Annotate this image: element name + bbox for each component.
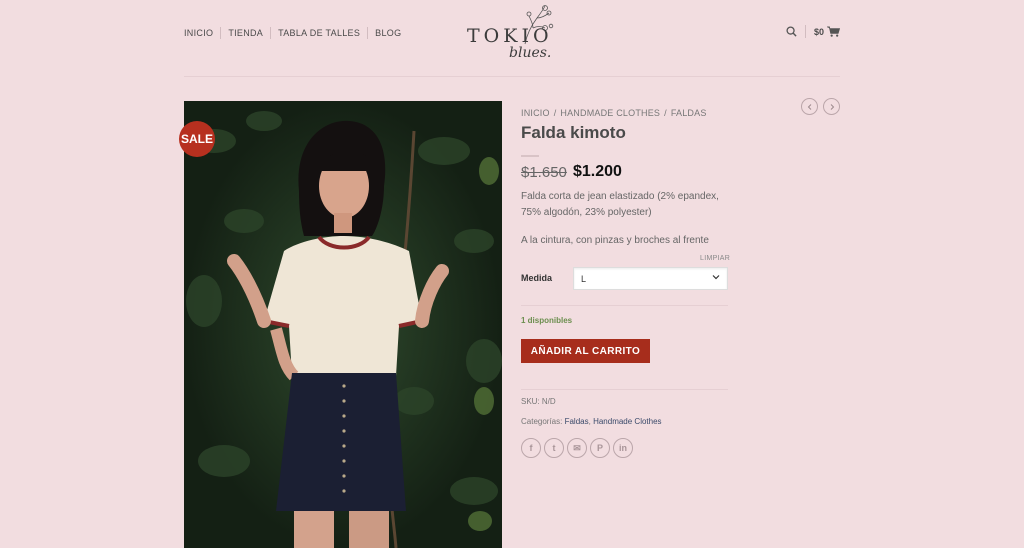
clear-selection-link[interactable]: LIMPIAR (700, 255, 730, 262)
breadcrumb: INICIO / HANDMADE CLOTHES / FALDAS (521, 108, 707, 118)
nav-item-tienda[interactable]: TIENDA (220, 27, 270, 39)
sale-badge: SALE (179, 121, 215, 157)
pinterest-icon[interactable]: P (590, 438, 610, 458)
product-title: Falda kimoto (521, 123, 626, 142)
sku-row: SKU: N/D (521, 397, 556, 406)
category-link-handmade-clothes[interactable]: Handmade Clothes (593, 417, 661, 426)
chevron-left-icon (807, 103, 811, 110)
size-select[interactable]: L (573, 267, 728, 290)
categories-label: Categorías: (521, 417, 563, 426)
sku-value: N/D (541, 397, 556, 406)
breadcrumb-inicio[interactable]: INICIO (521, 108, 550, 118)
search-icon[interactable] (786, 26, 797, 37)
email-icon[interactable]: ✉ (567, 438, 587, 458)
site-logo[interactable]: TOKIO blues. (465, 4, 565, 66)
linkedin-icon[interactable]: in (613, 438, 633, 458)
stock-status: 1 disponibles (521, 316, 573, 325)
breadcrumb-handmade-clothes[interactable]: HANDMADE CLOTHES (560, 108, 660, 118)
old-price: $1.650 (521, 164, 567, 181)
product-description: Falda corta de jean elastizado (2% epand… (521, 191, 719, 218)
logo-script: blues. (509, 45, 552, 61)
cart-total[interactable]: $0 (814, 27, 824, 37)
product-description-detail: A la cintura, con pinzas y broches al fr… (521, 235, 709, 246)
next-product-button[interactable] (823, 98, 840, 115)
product-navigation (801, 98, 845, 115)
section-divider (521, 305, 728, 306)
header-separator (804, 25, 806, 38)
twitter-icon[interactable]: t (544, 438, 564, 458)
sku-label: SKU: (521, 397, 540, 406)
product-image[interactable] (184, 101, 502, 548)
category-link-faldas[interactable]: Faldas (565, 417, 589, 426)
title-divider (521, 155, 539, 157)
share-buttons: f t ✉ P in (521, 438, 636, 458)
header-actions: $0 (786, 25, 840, 38)
variation-label: Medida (521, 273, 553, 283)
chevron-down-icon (712, 275, 720, 280)
facebook-icon[interactable]: f (521, 438, 541, 458)
header-divider (184, 76, 840, 77)
logo-wordmark: TOKIO (467, 25, 553, 47)
previous-product-button[interactable] (801, 98, 818, 115)
chevron-right-icon (830, 103, 834, 110)
breadcrumb-separator: / (553, 108, 557, 118)
main-nav: INICIO TIENDA TABLA DE TALLES BLOG (184, 27, 408, 39)
add-to-cart-button[interactable]: AÑADIR AL CARRITO (521, 339, 650, 363)
breadcrumb-separator: / (664, 108, 667, 118)
section-divider (521, 389, 728, 390)
categories-row: Categorías: Faldas, Handmade Clothes (521, 417, 662, 426)
sale-price: $1.200 (573, 163, 622, 180)
cart-icon[interactable] (827, 26, 840, 37)
nav-item-tabla-de-talles[interactable]: TABLA DE TALLES (270, 27, 367, 39)
nav-item-blog[interactable]: BLOG (367, 27, 408, 39)
size-select-value: L (581, 274, 587, 284)
product-photo (184, 101, 502, 548)
nav-item-inicio[interactable]: INICIO (184, 27, 220, 39)
breadcrumb-faldas[interactable]: FALDAS (671, 108, 707, 118)
